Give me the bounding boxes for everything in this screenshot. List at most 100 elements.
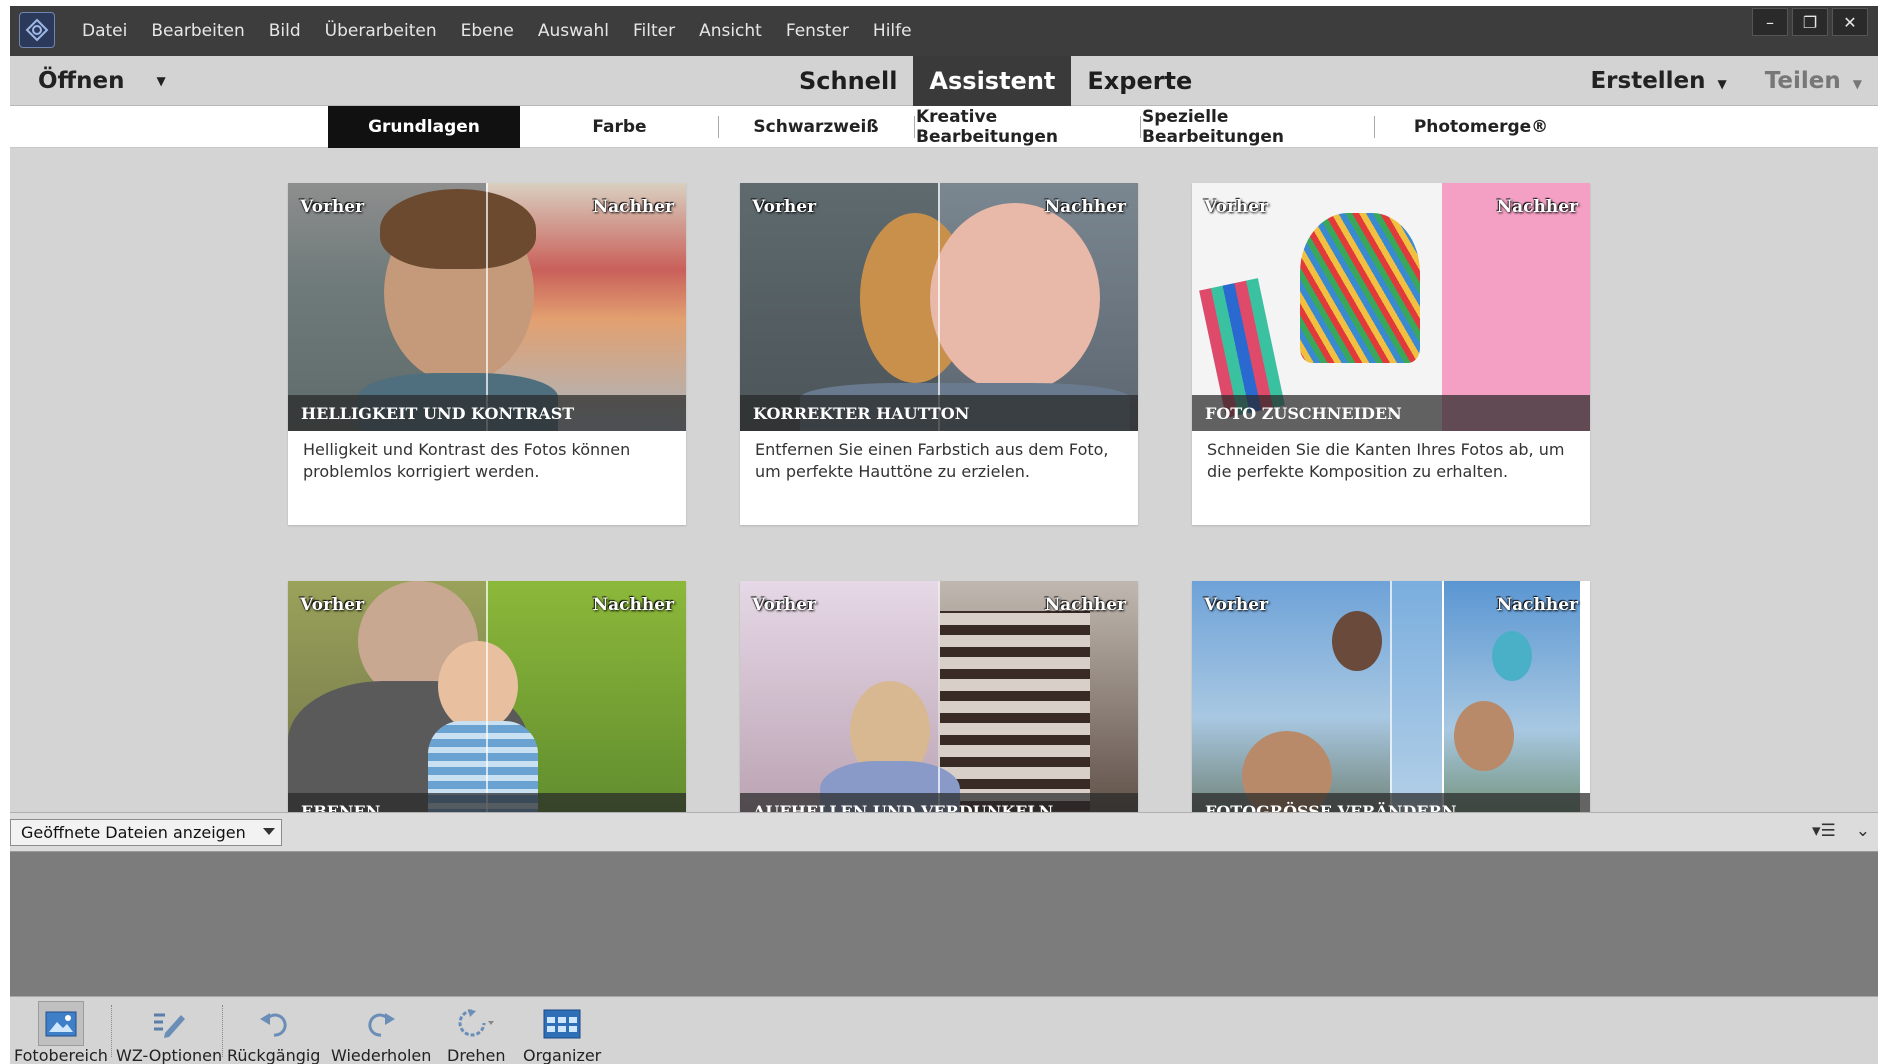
menu-item-auswahl[interactable]: Auswahl <box>526 21 621 41</box>
card-title: AUFHELLEN UND VERDUNKELN <box>753 801 1054 813</box>
share-label: Teilen <box>1764 68 1841 94</box>
menu-item-ebene[interactable]: Ebene <box>449 21 526 41</box>
menu-item-bild[interactable]: Bild <box>257 21 313 41</box>
tool-options-button[interactable]: WZ-Optionen <box>116 997 222 1064</box>
card-title-band: FOTOGRÖSSE VERÄNDERN <box>1192 793 1590 812</box>
pencils-shape <box>1300 213 1420 363</box>
open-files-selector[interactable]: Geöffnete Dateien anzeigen <box>10 819 282 846</box>
father-after-shape <box>1454 701 1514 771</box>
bin-options: ▾☰ ⌄ <box>1812 821 1870 841</box>
card-description: Helligkeit und Kontrast des Fotos können… <box>303 440 631 481</box>
after-label: Nachher <box>592 197 674 217</box>
card-description: Schneiden Sie die Kanten Ihres Fotos ab,… <box>1207 440 1565 481</box>
menu-item-bearbeiten[interactable]: Bearbeiten <box>139 21 256 41</box>
open-button[interactable]: Öffnen ▼ <box>38 56 166 106</box>
mode-tab-experte[interactable]: Experte <box>1071 56 1208 106</box>
after-label: Nachher <box>1044 197 1126 217</box>
before-after-divider <box>1442 581 1444 812</box>
before-after-divider <box>938 183 940 431</box>
tab-separator <box>1140 116 1141 138</box>
menu-item-fenster[interactable]: Fenster <box>774 21 861 41</box>
share-menu-button[interactable]: Teilen ▼ <box>1765 68 1862 94</box>
menu-item-datei[interactable]: Datei <box>70 21 139 41</box>
undo-label: Rückgängig <box>227 1046 321 1064</box>
card-title-band: FOTO ZUSCHNEIDEN <box>1192 395 1590 431</box>
bin-menu-icon[interactable]: ▾☰ <box>1812 821 1836 841</box>
tab-spezielle-bearbeitungen[interactable]: Spezielle Bearbeitungen <box>1142 106 1372 148</box>
before-label: Vorher <box>300 197 365 217</box>
tab-separator <box>914 116 915 138</box>
menu-bar: Datei Bearbeiten Bild Überarbeiten Ebene… <box>10 6 1878 56</box>
hair-shape <box>380 189 536 269</box>
mode-tabs: Schnell Assistent Experte <box>783 56 1208 106</box>
toolbar-separator <box>222 1005 223 1057</box>
edit-card-crop[interactable]: Vorher Nachher FOTO ZUSCHNEIDEN Schneide… <box>1192 183 1590 525</box>
minimize-button[interactable]: – <box>1752 8 1788 36</box>
category-tabs: Grundlagen Farbe Schwarzweiß Kreative Be… <box>10 106 1878 148</box>
after-label: Nachher <box>1496 595 1578 615</box>
open-label: Öffnen <box>38 68 125 94</box>
card-thumbnail: Vorher Nachher HELLIGKEIT UND KONTRAST <box>288 183 686 431</box>
edit-card-resize[interactable]: Vorher Nachher FOTOGRÖSSE VERÄNDERN <box>1192 581 1590 812</box>
undo-button[interactable]: Rückgängig <box>227 997 320 1064</box>
child-shape <box>1332 611 1382 671</box>
redo-icon <box>358 1001 404 1046</box>
create-label: Erstellen <box>1590 68 1706 94</box>
card-thumbnail: Vorher Nachher FOTO ZUSCHNEIDEN <box>1192 183 1590 431</box>
redo-button[interactable]: Wiederholen <box>331 997 431 1064</box>
card-thumbnail: Vorher Nachher AUFHELLEN UND VERDUNKELN <box>740 581 1138 812</box>
chevron-down-icon: ▼ <box>1852 77 1862 91</box>
app-logo-icon[interactable] <box>19 12 55 48</box>
card-title-band: EBENEN <box>288 793 686 812</box>
before-label: Vorher <box>752 197 817 217</box>
card-title: HELLIGKEIT UND KONTRAST <box>301 403 575 423</box>
photo-bin-button[interactable]: Fotobereich <box>14 997 108 1064</box>
before-after-divider <box>486 581 488 812</box>
tab-grundlagen[interactable]: Grundlagen <box>328 106 520 148</box>
card-title: KORREKTER HAUTTON <box>753 403 970 423</box>
mode-tab-schnell[interactable]: Schnell <box>783 56 913 106</box>
before-label: Vorher <box>300 595 365 615</box>
organizer-icon <box>539 1001 585 1046</box>
menu-item-hilfe[interactable]: Hilfe <box>861 21 924 41</box>
before-after-divider <box>938 581 940 812</box>
organizer-button[interactable]: Organizer <box>523 997 601 1064</box>
main-menu: Datei Bearbeiten Bild Überarbeiten Ebene… <box>70 6 924 56</box>
child-after-shape <box>1492 631 1532 681</box>
edit-card-levels[interactable]: Vorher Nachher EBENEN <box>288 581 686 812</box>
staircase-shape <box>940 611 1090 811</box>
tab-farbe[interactable]: Farbe <box>522 106 717 148</box>
baby-face-after-shape <box>930 203 1100 393</box>
tab-separator <box>718 116 719 138</box>
bottom-taskbar: Fotobereich WZ-Optionen Rückgängig Wiede… <box>10 996 1878 1064</box>
card-thumbnail: Vorher Nachher EBENEN <box>288 581 686 812</box>
collapse-bin-icon[interactable]: ⌄ <box>1856 821 1870 841</box>
tab-separator <box>1374 116 1375 138</box>
photo-bin-icon <box>37 1001 84 1046</box>
tool-options-label: WZ-Optionen <box>116 1046 223 1064</box>
after-label: Nachher <box>1496 197 1578 217</box>
redo-label: Wiederholen <box>331 1046 432 1064</box>
before-label: Vorher <box>752 595 817 615</box>
menu-item-ueberarbeiten[interactable]: Überarbeiten <box>313 21 449 41</box>
after-label: Nachher <box>592 595 674 615</box>
open-files-selector-value: Geöffnete Dateien anzeigen <box>21 823 246 842</box>
tab-schwarzweiss[interactable]: Schwarzweiß <box>720 106 912 148</box>
menu-item-ansicht[interactable]: Ansicht <box>687 21 774 41</box>
edit-card-skin-tone[interactable]: Vorher Nachher KORREKTER HAUTTON Entfern… <box>740 183 1138 525</box>
tab-kreative-bearbeitungen[interactable]: Kreative Bearbeitungen <box>916 106 1138 148</box>
card-title-band: HELLIGKEIT UND KONTRAST <box>288 395 686 431</box>
tab-photomerge[interactable]: Photomerge® <box>1376 106 1586 148</box>
edit-card-lighten-darken[interactable]: Vorher Nachher AUFHELLEN UND VERDUNKELN <box>740 581 1138 812</box>
create-menu-button[interactable]: Erstellen ▼ <box>1590 68 1726 94</box>
mode-tab-assistent[interactable]: Assistent <box>913 56 1072 106</box>
project-bin-area[interactable] <box>10 852 1878 996</box>
rotate-button[interactable]: Drehen <box>447 997 506 1064</box>
card-thumbnail: Vorher Nachher FOTOGRÖSSE VERÄNDERN <box>1192 581 1590 812</box>
menu-item-filter[interactable]: Filter <box>621 21 687 41</box>
restore-button[interactable]: ❐ <box>1792 8 1828 36</box>
project-bin-toolbar: Geöffnete Dateien anzeigen ▾☰ ⌄ <box>10 812 1878 852</box>
close-button[interactable]: ✕ <box>1832 8 1868 36</box>
rotate-label: Drehen <box>447 1046 506 1064</box>
edit-card-brightness-contrast[interactable]: Vorher Nachher HELLIGKEIT UND KONTRAST H… <box>288 183 686 525</box>
